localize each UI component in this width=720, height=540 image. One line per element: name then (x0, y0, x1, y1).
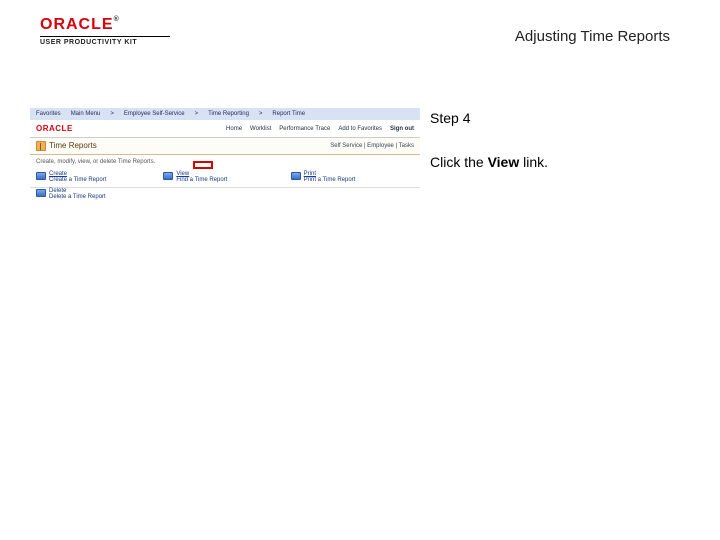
instruction-prefix: Click the (430, 154, 488, 170)
highlight-box (193, 161, 213, 169)
nav-worklist[interactable]: Worklist (250, 126, 271, 132)
page-title: Adjusting Time Reports (515, 28, 670, 45)
instruction-bold: View (488, 154, 520, 170)
create-sub: Create a Time Report (49, 177, 106, 183)
crumb-report[interactable]: Report Time (272, 111, 305, 117)
app-oracle-logo: ORACLE (36, 124, 73, 133)
oracle-logo: ORACLE® (40, 16, 170, 34)
nav-main-menu[interactable]: Main Menu (71, 111, 101, 117)
instruction-panel: Step 4 Click the View link. (430, 108, 670, 170)
embedded-screenshot: Favorites Main Menu > Employee Self-Serv… (30, 108, 420, 206)
crumb-time[interactable]: Time Reporting (208, 111, 249, 117)
instruction-text: Click the View link. (430, 154, 670, 170)
action-print[interactable]: Print Print a Time Report (291, 171, 414, 183)
nav-perf[interactable]: Performance Trace (279, 126, 330, 132)
doc-icon (163, 172, 173, 180)
app-top-nav: Home Worklist Performance Trace Add to F… (226, 126, 414, 132)
print-sub: Print a Time Report (304, 177, 356, 183)
product-name: USER PRODUCTIVITY KIT (40, 39, 170, 46)
nav-favorites[interactable]: Favorites (36, 111, 61, 117)
action-delete[interactable]: Delete Delete a Time Report (30, 188, 420, 206)
crumb-ess[interactable]: Employee Self-Service (124, 111, 185, 117)
content-row: Favorites Main Menu > Employee Self-Serv… (30, 108, 690, 206)
nav-signout[interactable]: Sign out (390, 126, 414, 132)
nav-addfav[interactable]: Add to Favorites (338, 126, 382, 132)
app-help-trail: Self Service | Employee | Tasks (330, 143, 414, 149)
logo-divider (40, 36, 170, 37)
folder-icon (36, 141, 46, 151)
step-label: Step 4 (430, 110, 670, 126)
app-breadcrumb-bar: Favorites Main Menu > Employee Self-Serv… (30, 108, 420, 120)
delete-sub: Delete a Time Report (49, 194, 106, 200)
app-actions-row-1: Create Create a Time Report View Find a … (30, 169, 420, 188)
action-create[interactable]: Create Create a Time Report (36, 171, 159, 183)
app-sub-header: Time Reports Self Service | Employee | T… (30, 138, 420, 155)
app-page-title: Time Reports (36, 141, 97, 151)
action-view[interactable]: View Find a Time Report (163, 171, 286, 183)
doc-icon (291, 172, 301, 180)
page-header: ORACLE® USER PRODUCTIVITY KIT Adjusting … (0, 0, 720, 60)
app-brand-row: ORACLE Home Worklist Performance Trace A… (30, 120, 420, 138)
instruction-suffix: link. (519, 154, 548, 170)
app-instruction: Create, modify, view, or delete Time Rep… (30, 155, 420, 169)
nav-home[interactable]: Home (226, 126, 242, 132)
logo-block: ORACLE® USER PRODUCTIVITY KIT (40, 16, 170, 46)
doc-icon (36, 172, 46, 180)
doc-icon (36, 189, 46, 197)
view-sub: Find a Time Report (176, 177, 227, 183)
